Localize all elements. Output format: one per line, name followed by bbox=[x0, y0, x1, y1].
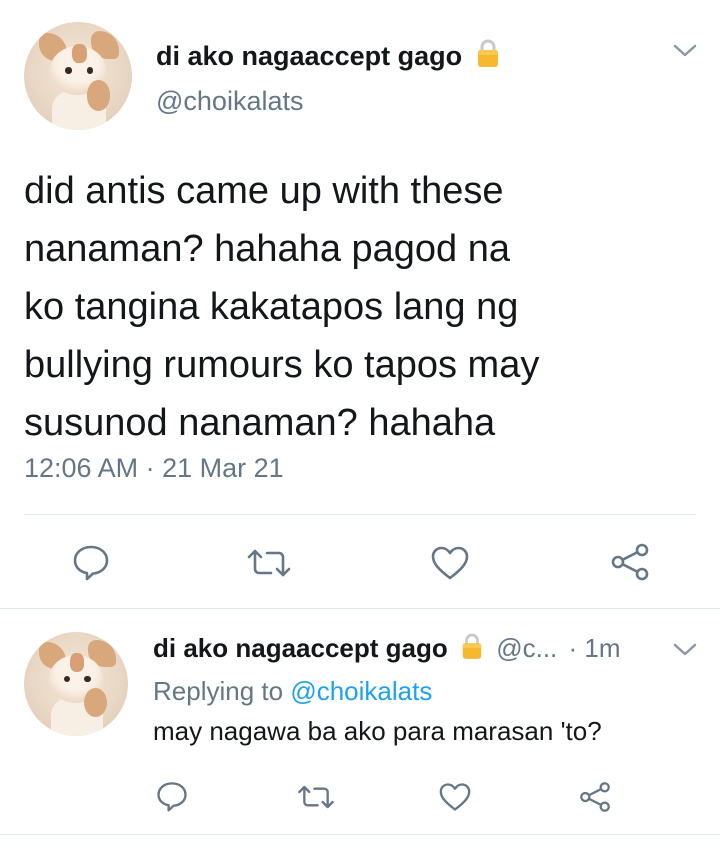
avatar-arm bbox=[84, 688, 108, 718]
replying-to: Replying to @choikalats bbox=[153, 676, 432, 707]
avatar-eye-right bbox=[84, 675, 91, 682]
retweet-icon[interactable] bbox=[245, 545, 293, 581]
avatar-eye-right bbox=[86, 67, 94, 74]
heart-icon[interactable] bbox=[438, 782, 472, 812]
avatar-eye-left bbox=[65, 67, 72, 74]
section-divider bbox=[0, 608, 720, 609]
reply-icon[interactable] bbox=[72, 543, 110, 581]
share-icon[interactable] bbox=[578, 780, 612, 814]
main-tweet: di ako nagaaccept gago @choikalats did a… bbox=[0, 0, 720, 608]
chevron-down-icon[interactable] bbox=[672, 42, 698, 60]
reply-header: di ako nagaaccept gago @c... · 1m bbox=[153, 632, 621, 664]
avatar-eye-left bbox=[63, 675, 70, 682]
retweet-icon[interactable] bbox=[296, 782, 336, 812]
author-handle[interactable]: @choikalats bbox=[156, 86, 303, 117]
replying-to-prefix: Replying to bbox=[153, 676, 284, 706]
lock-icon bbox=[477, 39, 498, 67]
heart-icon[interactable] bbox=[430, 545, 470, 581]
divider bbox=[24, 514, 696, 515]
avatar[interactable] bbox=[24, 632, 128, 736]
tweet-timestamp[interactable]: 12:06 AM · 21 Mar 21 bbox=[24, 453, 284, 484]
reply-icon[interactable] bbox=[156, 780, 188, 812]
share-icon[interactable] bbox=[609, 542, 651, 582]
reply-time-ago[interactable]: · 1m bbox=[569, 633, 621, 663]
section-divider bbox=[0, 834, 720, 835]
chevron-down-icon[interactable] bbox=[672, 641, 698, 659]
replying-to-mention[interactable]: @choikalats bbox=[290, 676, 432, 706]
avatar[interactable] bbox=[24, 22, 132, 130]
reply-author-handle[interactable]: @c... bbox=[496, 633, 557, 663]
avatar-arm bbox=[86, 80, 111, 111]
author-name[interactable]: di ako nagaaccept gago bbox=[156, 38, 500, 72]
avatar-patch bbox=[71, 43, 87, 64]
reply-text: may nagawa ba ako para marasan 'to? bbox=[153, 716, 602, 746]
lock-icon bbox=[462, 633, 482, 659]
tweet-text: did antis came up with these nanaman? ha… bbox=[24, 170, 540, 444]
reply-author-name[interactable]: di ako nagaaccept gago bbox=[153, 633, 448, 663]
avatar-patch bbox=[69, 652, 85, 672]
author-name-text: di ako nagaaccept gago bbox=[156, 41, 463, 71]
